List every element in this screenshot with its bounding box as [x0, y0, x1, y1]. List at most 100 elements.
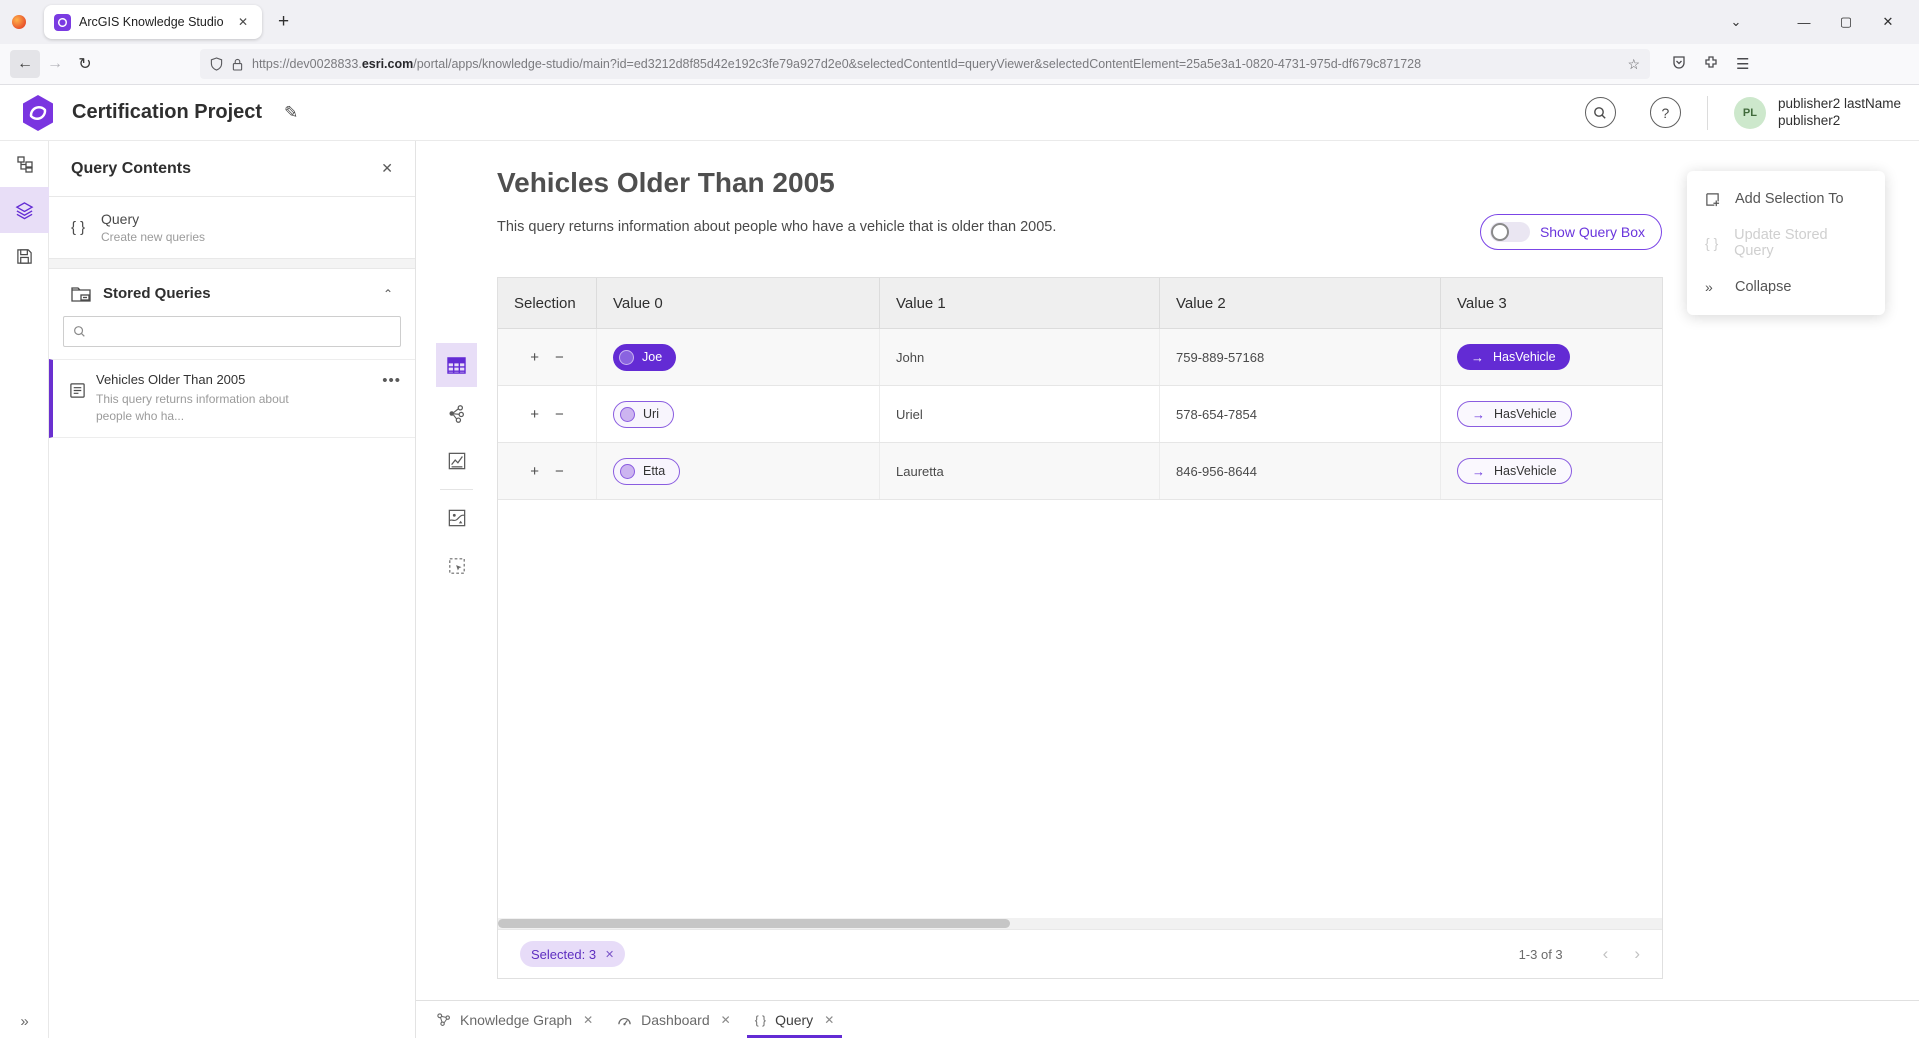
row-add-selection-button[interactable]: +: [530, 463, 539, 480]
forward-button[interactable]: →: [40, 50, 70, 78]
search-input[interactable]: [94, 324, 391, 339]
table-cell[interactable]: Uriel: [880, 386, 1160, 442]
url-bar[interactable]: https://dev0028833.esri.com/portal/apps/…: [200, 49, 1650, 79]
rail-expand-icon[interactable]: »: [0, 1013, 49, 1030]
horizontal-scrollbar[interactable]: [498, 918, 1662, 929]
rail-layers-button[interactable]: [0, 187, 49, 233]
tab-close-icon[interactable]: ✕: [583, 1013, 593, 1027]
arrow-right-icon: →: [1471, 350, 1484, 365]
browser-tab[interactable]: ArcGIS Knowledge Studio ✕: [44, 5, 262, 39]
chevron-up-icon[interactable]: ⌃: [383, 287, 393, 301]
tab-close-icon[interactable]: ✕: [721, 1013, 731, 1027]
rail-knowledge-graph-button[interactable]: [0, 141, 49, 187]
edit-project-icon[interactable]: ✎: [284, 103, 298, 123]
relationship-pill[interactable]: →HasVehicle: [1457, 458, 1572, 484]
knowledge-graph-icon: [436, 1012, 451, 1027]
stored-queries-header[interactable]: Stored Queries ⌃: [49, 269, 415, 312]
search-icon: [73, 325, 86, 338]
row-remove-selection-button[interactable]: −: [555, 406, 564, 423]
back-button[interactable]: ←: [10, 50, 40, 78]
table-cell[interactable]: 759-889-57168: [1160, 329, 1441, 385]
tab-knowledge-graph[interactable]: Knowledge Graph ✕: [424, 1001, 605, 1038]
arrow-right-icon: →: [1472, 464, 1485, 479]
window-close-button[interactable]: ✕: [1871, 14, 1905, 30]
menu-collapse[interactable]: » Collapse: [1687, 265, 1885, 309]
clear-selection-icon[interactable]: ✕: [605, 948, 614, 961]
column-header[interactable]: Value 2: [1160, 278, 1441, 328]
show-query-box-toggle[interactable]: Show Query Box: [1480, 214, 1662, 250]
bookmark-star-icon[interactable]: ☆: [1627, 56, 1640, 73]
header-search-button[interactable]: [1585, 97, 1616, 128]
app-logo-icon: [20, 94, 56, 132]
stored-queries-search[interactable]: [63, 316, 401, 347]
select-region-button[interactable]: [436, 544, 477, 588]
column-header[interactable]: Value 3: [1441, 278, 1663, 328]
stored-query-options-icon[interactable]: •••: [382, 372, 401, 425]
column-header[interactable]: Selection: [498, 278, 597, 328]
arcgis-favicon-icon: [54, 14, 71, 31]
toolbar-divider: [440, 489, 473, 490]
chart-view-button[interactable]: [436, 439, 477, 483]
table-cell[interactable]: 578-654-7854: [1160, 386, 1441, 442]
extensions-icon[interactable]: [1704, 55, 1718, 74]
toggle-switch[interactable]: [1490, 222, 1530, 242]
rail-save-button[interactable]: [0, 233, 49, 279]
tab-close-icon[interactable]: ✕: [234, 13, 252, 31]
column-header[interactable]: Value 0: [597, 278, 880, 328]
column-header[interactable]: Value 1: [880, 278, 1160, 328]
table-header-row: Selection Value 0 Value 1 Value 2 Value …: [498, 278, 1662, 329]
pocket-save-icon[interactable]: [1672, 55, 1686, 74]
entity-pill[interactable]: Joe: [613, 344, 676, 371]
reload-button[interactable]: ↻: [70, 50, 100, 78]
pagination-count: 1-3 of 3: [1519, 947, 1563, 962]
header-divider: [1707, 96, 1708, 130]
row-remove-selection-button[interactable]: −: [555, 463, 564, 480]
entity-pill[interactable]: Etta: [613, 458, 680, 485]
arrow-right-icon: →: [1472, 407, 1485, 422]
left-rail: »: [0, 141, 49, 1038]
user-name[interactable]: publisher2 lastName publisher2: [1778, 96, 1901, 130]
table-empty-area: [498, 500, 1662, 918]
relationship-pill[interactable]: →HasVehicle: [1457, 344, 1570, 370]
stored-queries-title: Stored Queries: [103, 285, 383, 302]
query-item[interactable]: { } Query Create new queries: [49, 197, 415, 259]
table-cell[interactable]: 846-956-8644: [1160, 443, 1441, 499]
window-minimize-button[interactable]: —: [1787, 15, 1821, 30]
entity-pill[interactable]: Uri: [613, 401, 674, 428]
map-view-button[interactable]: [436, 496, 477, 540]
tab-close-icon[interactable]: ✕: [824, 1013, 834, 1027]
previous-page-icon[interactable]: ‹: [1603, 944, 1609, 964]
header-help-button[interactable]: ?: [1650, 97, 1681, 128]
new-tab-button[interactable]: +: [278, 11, 289, 33]
table-view-button[interactable]: [436, 343, 477, 387]
tab-query[interactable]: { } Query ✕: [743, 1001, 847, 1038]
window-maximize-button[interactable]: ▢: [1829, 14, 1863, 30]
stored-query-item[interactable]: Vehicles Older Than 2005 This query retu…: [49, 359, 415, 438]
table-row: +− Etta Lauretta 846-956-8644 →HasVehicl…: [498, 443, 1662, 500]
relationship-pill[interactable]: →HasVehicle: [1457, 401, 1572, 427]
next-page-icon[interactable]: ›: [1634, 944, 1640, 964]
list-tabs-icon[interactable]: ⌄: [1719, 14, 1753, 30]
show-query-box-label: Show Query Box: [1540, 224, 1645, 240]
lock-icon[interactable]: [232, 58, 243, 71]
double-chevron-right-icon: »: [1705, 279, 1735, 295]
braces-icon: { }: [1705, 235, 1734, 251]
table-cell[interactable]: Lauretta: [880, 443, 1160, 499]
row-remove-selection-button[interactable]: −: [555, 349, 564, 366]
panel-close-icon[interactable]: ✕: [381, 160, 393, 177]
menu-update-stored-query[interactable]: { } Update Stored Query: [1687, 221, 1885, 265]
row-add-selection-button[interactable]: +: [530, 349, 539, 366]
table-cell[interactable]: John: [880, 329, 1160, 385]
scrollbar-thumb[interactable]: [498, 919, 1010, 928]
user-avatar[interactable]: PL: [1734, 97, 1766, 129]
tracking-shield-icon[interactable]: [210, 57, 223, 71]
page-description: This query returns information about peo…: [497, 219, 1056, 235]
row-add-selection-button[interactable]: +: [530, 406, 539, 423]
entity-dot-icon: [620, 464, 635, 479]
tab-dashboard[interactable]: Dashboard ✕: [605, 1001, 743, 1038]
selected-count-chip[interactable]: Selected: 3✕: [520, 941, 625, 967]
link-chart-view-button[interactable]: [436, 391, 477, 435]
menu-hamburger-icon[interactable]: ☰: [1736, 55, 1749, 73]
selection-context-menu: Add Selection To { } Update Stored Query…: [1687, 171, 1885, 315]
menu-add-selection-to[interactable]: Add Selection To: [1687, 177, 1885, 221]
